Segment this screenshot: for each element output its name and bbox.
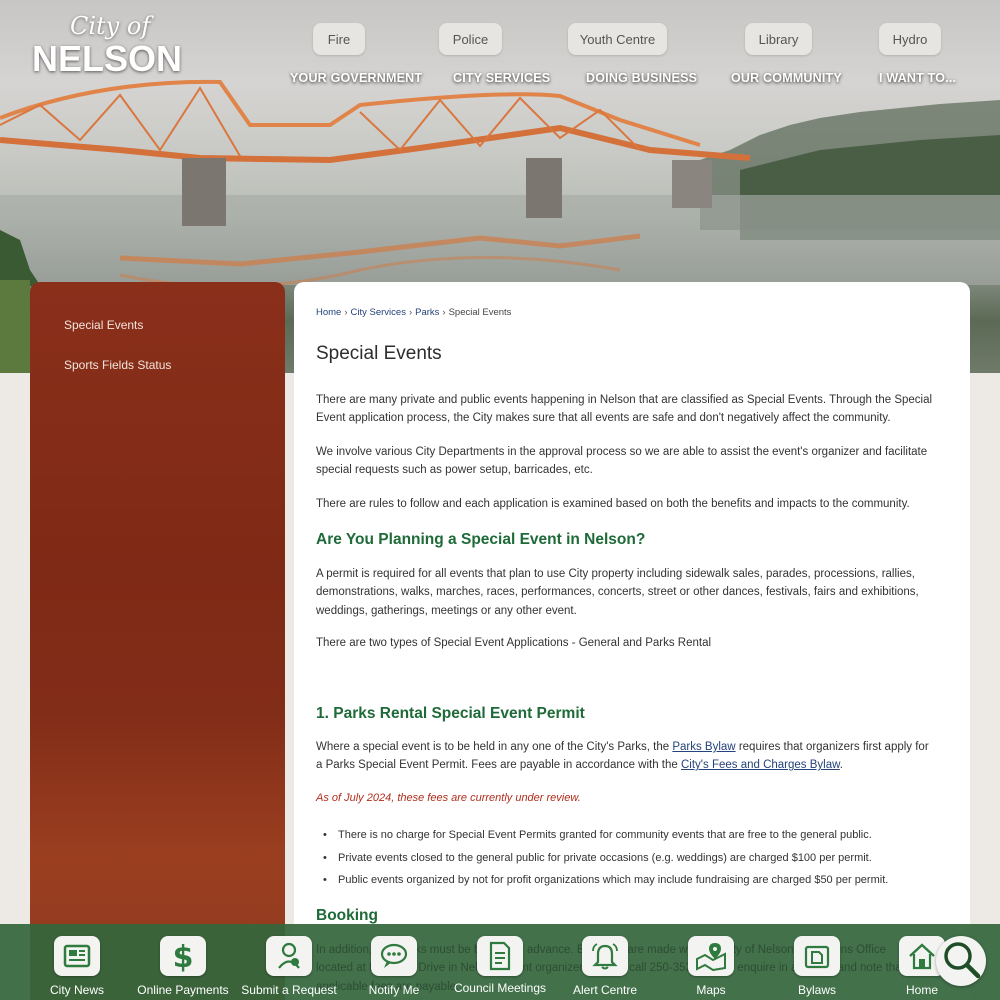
breadcrumb-separator: › xyxy=(344,307,348,318)
breadcrumb-current: Special Events xyxy=(448,307,512,318)
folder-icon xyxy=(794,936,840,976)
request-icon xyxy=(266,936,312,976)
search-button[interactable] xyxy=(936,936,986,986)
parks-bylaw-paragraph: Where a special event is to be held in a… xyxy=(316,738,934,775)
quicklink-label: Alert Centre xyxy=(572,983,638,997)
main-content: Home › City Services › Parks › Special Events … xyxy=(294,282,970,1000)
quicklink-label: Council Meetings xyxy=(453,981,547,995)
logo-script: City of xyxy=(70,12,151,40)
police-button[interactable]: Police xyxy=(439,23,502,55)
quicklink-online-payments[interactable]: $ Online Payments xyxy=(130,936,236,1000)
quicklink-label: Bylaws xyxy=(797,983,836,997)
quicklink-submit-request[interactable]: Submit a Request xyxy=(236,936,342,1000)
news-icon xyxy=(54,936,100,976)
breadcrumb-separator: › xyxy=(408,307,413,318)
hydro-button[interactable]: Hydro xyxy=(879,23,941,55)
intro-paragraph: There are many private and public events… xyxy=(316,394,933,425)
planning-heading: Are You Planning a Special Event in Nels… xyxy=(316,531,646,548)
chat-icon xyxy=(371,936,417,976)
fees-review-note: As of July 2024, these fees are currentl… xyxy=(316,792,581,804)
quicklink-alert-centre[interactable]: Alert Centre xyxy=(552,936,658,1000)
breadcrumb-city-services[interactable]: City Services xyxy=(351,307,406,318)
quicklink-label: Maps xyxy=(696,983,726,997)
breadcrumb-parks[interactable]: Parks xyxy=(415,307,439,318)
list-item: Private events closed to the general pub… xyxy=(323,847,938,870)
parks-rental-heading: 1. Parks Rental Special Event Permit xyxy=(316,705,585,722)
permit-paragraph: A permit is required for all events that… xyxy=(316,568,919,617)
quicklink-maps[interactable]: Maps xyxy=(658,936,764,1000)
quicklink-label: City News xyxy=(49,983,104,997)
parks-bylaw-link[interactable]: Parks Bylaw xyxy=(672,741,735,753)
youth-centre-button[interactable]: Youth Centre xyxy=(568,23,667,55)
page-title: Special Events xyxy=(316,343,442,364)
search-icon xyxy=(941,939,981,984)
quicklink-label: Notify Me xyxy=(368,983,420,997)
document-icon xyxy=(477,936,523,976)
fees-list: There is no charge for Special Event Per… xyxy=(323,824,938,892)
sidebar-item-sports-fields-status[interactable]: Sports Fields Status xyxy=(64,358,171,372)
breadcrumb-separator: › xyxy=(442,307,446,318)
dollar-icon: $ xyxy=(160,936,206,976)
quicklink-label: Submit a Request xyxy=(241,983,337,997)
list-item: There is no charge for Special Event Per… xyxy=(323,824,938,847)
rules-paragraph: There are rules to follow and each appli… xyxy=(316,498,910,510)
sidebar-item-special-events[interactable]: Special Events xyxy=(64,318,143,332)
svg-text:$: $ xyxy=(173,940,194,972)
breadcrumb-home[interactable]: Home xyxy=(316,307,341,318)
library-button[interactable]: Library xyxy=(745,23,812,55)
city-logo[interactable]: City of NELSON xyxy=(32,10,182,80)
bell-icon xyxy=(582,936,628,976)
nav-our-community[interactable]: OUR COMMUNITY xyxy=(731,71,842,85)
nav-doing-business[interactable]: DOING BUSINESS xyxy=(586,71,697,85)
departments-paragraph: We involve various City Departments in t… xyxy=(316,446,928,477)
sidebar: Special Events Sports Fields Status xyxy=(30,282,285,1000)
nav-your-government[interactable]: YOUR GOVERNMENT xyxy=(290,71,422,85)
breadcrumb: Home › City Services › Parks › Special Events xyxy=(316,307,511,318)
quicklink-label: Online Payments xyxy=(137,983,229,997)
quicklink-city-news[interactable]: City News xyxy=(24,936,130,1000)
types-paragraph: There are two types of Special Event App… xyxy=(316,637,712,649)
list-item: Public events organized by not for profi… xyxy=(323,869,938,892)
map-icon xyxy=(688,936,734,976)
parks-text-3: . xyxy=(839,759,843,772)
booking-heading: Booking xyxy=(316,907,378,924)
nav-i-want-to[interactable]: I WANT TO... xyxy=(879,71,956,85)
fire-button[interactable]: Fire xyxy=(313,23,365,55)
parks-text-1: Where a special event is to be held in a… xyxy=(316,741,673,753)
nav-city-services[interactable]: CITY SERVICES xyxy=(453,71,550,85)
quicklink-council-meetings[interactable]: Council Meetings xyxy=(447,936,553,1000)
logo-wordmark: NELSON xyxy=(32,38,183,79)
fees-bylaw-link[interactable]: City's Fees and Charges Bylaw xyxy=(681,759,840,771)
quicklink-notify-me[interactable]: Notify Me xyxy=(341,936,447,1000)
quicklink-bylaws[interactable]: Bylaws xyxy=(764,936,870,1000)
